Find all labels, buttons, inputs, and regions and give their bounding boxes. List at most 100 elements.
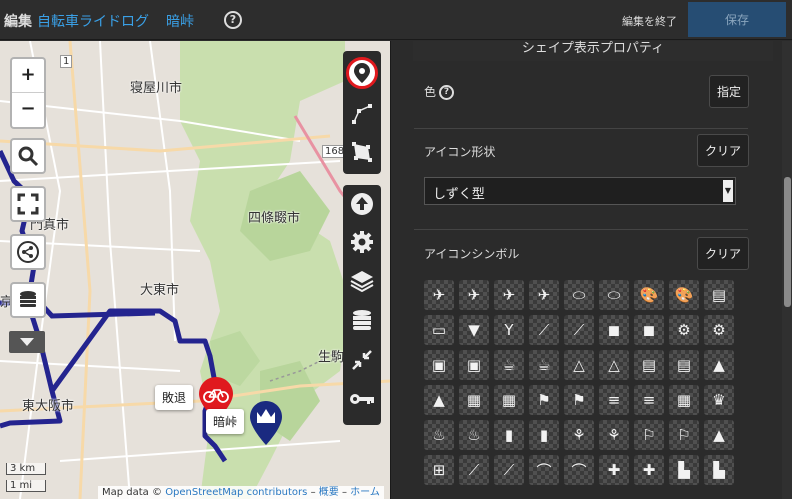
scale-km: 3 km — [6, 463, 46, 475]
icon-symbol-option[interactable]: ✈ — [494, 280, 524, 310]
icon-symbol-option[interactable]: ⬭ — [564, 280, 594, 310]
attribution-separator: – — [310, 487, 316, 498]
map-pin-icon — [354, 63, 370, 83]
help-icon[interactable]: ? — [224, 11, 242, 29]
fullscreen-button[interactable] — [10, 186, 46, 222]
datalayers-button[interactable] — [347, 306, 377, 336]
share-icon — [17, 241, 39, 263]
icon-symbol-clear-button[interactable]: クリア — [697, 237, 749, 270]
map-canvas[interactable]: 寝屋川市 四條畷市 大東市 東大阪市 生駒 門真市 京 168 1 + − 敗退… — [0, 41, 390, 499]
icon-symbol-option[interactable]: ✚ — [599, 455, 629, 485]
compress-icon — [352, 350, 372, 370]
map-name-link-2[interactable]: 暗峠 — [166, 11, 194, 31]
icon-symbol-option[interactable]: ▤ — [634, 350, 664, 380]
icon-symbol-option[interactable]: ▦ — [459, 385, 489, 415]
draw-polygon-button[interactable] — [347, 137, 377, 167]
icon-symbol-option[interactable]: ✈ — [529, 280, 559, 310]
icon-symbol-option[interactable]: ⚙ — [704, 315, 734, 345]
edit-toolbar — [343, 185, 381, 425]
osm-link[interactable]: OpenStreetMap contributors — [165, 487, 307, 498]
search-button[interactable] — [10, 138, 46, 174]
icon-symbol-option[interactable]: ▮ — [529, 420, 559, 450]
icon-symbol-option[interactable]: △ — [599, 350, 629, 380]
select-arrow-icon: ▼ — [723, 180, 733, 202]
icon-symbol-option[interactable]: ▦ — [669, 385, 699, 415]
icon-symbol-option[interactable]: ⟋ — [529, 315, 559, 345]
icon-symbol-option[interactable]: ♨ — [424, 420, 454, 450]
home-link[interactable]: ホーム — [350, 487, 380, 498]
about-link[interactable]: 概要 — [319, 487, 339, 498]
map-name-link[interactable]: 自転車ライドログ — [37, 11, 149, 31]
color-specify-button[interactable]: 指定 — [709, 75, 749, 108]
icon-symbol-option[interactable]: ▲ — [704, 350, 734, 380]
icon-symbol-option[interactable]: ◼ — [634, 315, 664, 345]
icon-symbol-option[interactable]: ▤ — [704, 280, 734, 310]
icon-symbol-option[interactable]: ▮ — [494, 420, 524, 450]
layers-button[interactable] — [347, 266, 377, 296]
icon-symbol-option[interactable]: ▲ — [424, 385, 454, 415]
color-help-icon[interactable]: ? — [439, 85, 455, 100]
icon-symbol-option[interactable]: ▤ — [669, 350, 699, 380]
settings-button[interactable] — [347, 227, 377, 257]
icon-symbol-option[interactable]: ⚘ — [599, 420, 629, 450]
center-zoom-button[interactable] — [347, 345, 377, 375]
icon-symbol-option[interactable]: ⚑ — [564, 385, 594, 415]
panel-scrollbar-thumb[interactable] — [784, 177, 791, 307]
share-button[interactable] — [10, 234, 46, 270]
icon-symbol-option[interactable]: ⚙ — [669, 315, 699, 345]
icon-symbol-option[interactable]: △ — [564, 350, 594, 380]
icon-symbol-option[interactable]: ▙ — [669, 455, 699, 485]
icon-symbol-option[interactable]: ▙ — [704, 455, 734, 485]
icon-symbol-option[interactable]: ≡ — [599, 385, 629, 415]
icon-symbol-option[interactable]: ⚘ — [564, 420, 594, 450]
place-label-neyagawa: 寝屋川市 — [130, 81, 183, 96]
draw-line-button[interactable] — [347, 99, 377, 129]
icon-symbol-option[interactable]: ✚ — [634, 455, 664, 485]
icon-symbol-option[interactable]: 🎨 — [669, 280, 699, 310]
finish-editing-link[interactable]: 編集を終了 — [622, 13, 677, 29]
zoom-in-button[interactable]: + — [12, 59, 44, 93]
road-number-badge-small: 1 — [60, 55, 73, 68]
icon-symbol-option[interactable]: ⚑ — [529, 385, 559, 415]
permissions-button[interactable] — [347, 384, 377, 414]
icon-symbol-option[interactable]: ▣ — [424, 350, 454, 380]
save-button[interactable]: 保存 — [688, 2, 786, 37]
icon-symbol-option[interactable]: ⟋ — [494, 455, 524, 485]
icon-symbol-option[interactable]: ⚐ — [669, 420, 699, 450]
marker-popup-kuragari[interactable]: 暗峠 — [206, 409, 245, 434]
icon-symbol-option[interactable]: ≡ — [634, 385, 664, 415]
icon-symbol-option[interactable]: ▣ — [459, 350, 489, 380]
icon-symbol-option[interactable]: ⊞ — [424, 455, 454, 485]
icon-shape-select[interactable]: しずく型 ▼ — [424, 177, 736, 205]
more-controls-button[interactable] — [9, 331, 45, 353]
marker-popup-retreat[interactable]: 敗退 — [155, 385, 194, 410]
icon-symbol-option[interactable]: ♨ — [459, 420, 489, 450]
icon-symbol-option[interactable]: ▲ — [704, 420, 734, 450]
edit-mode-label: 編集 — [4, 14, 32, 30]
crown-marker[interactable] — [250, 401, 282, 445]
data-layers-button[interactable] — [10, 282, 46, 318]
icon-symbol-option[interactable]: ✈ — [424, 280, 454, 310]
icon-symbol-option[interactable]: ☕ — [529, 350, 559, 380]
icon-symbol-option[interactable]: ▼ — [459, 315, 489, 345]
icon-symbol-option[interactable]: ⌒ — [564, 455, 594, 485]
icon-symbol-option[interactable]: 🎨 — [634, 280, 664, 310]
icon-symbol-option[interactable]: ⬭ — [599, 280, 629, 310]
attribution-separator: – — [341, 487, 347, 498]
caret-down-icon — [20, 338, 34, 346]
icon-symbol-option[interactable]: ♛ — [704, 385, 734, 415]
draw-marker-button[interactable] — [346, 57, 378, 89]
icon-symbol-option[interactable]: ☕ — [494, 350, 524, 380]
icon-symbol-option[interactable]: ⟋ — [459, 455, 489, 485]
icon-shape-clear-button[interactable]: クリア — [697, 134, 749, 167]
zoom-out-button[interactable]: − — [12, 93, 44, 127]
icon-symbol-option[interactable]: ✈ — [459, 280, 489, 310]
icon-symbol-option[interactable]: ⌒ — [529, 455, 559, 485]
import-button[interactable] — [347, 189, 377, 219]
icon-symbol-option[interactable]: Y — [494, 315, 524, 345]
icon-symbol-option[interactable]: ◼ — [599, 315, 629, 345]
icon-symbol-option[interactable]: ⟋ — [564, 315, 594, 345]
icon-symbol-option[interactable]: ▭ — [424, 315, 454, 345]
icon-symbol-option[interactable]: ⚐ — [634, 420, 664, 450]
icon-symbol-option[interactable]: ▦ — [494, 385, 524, 415]
